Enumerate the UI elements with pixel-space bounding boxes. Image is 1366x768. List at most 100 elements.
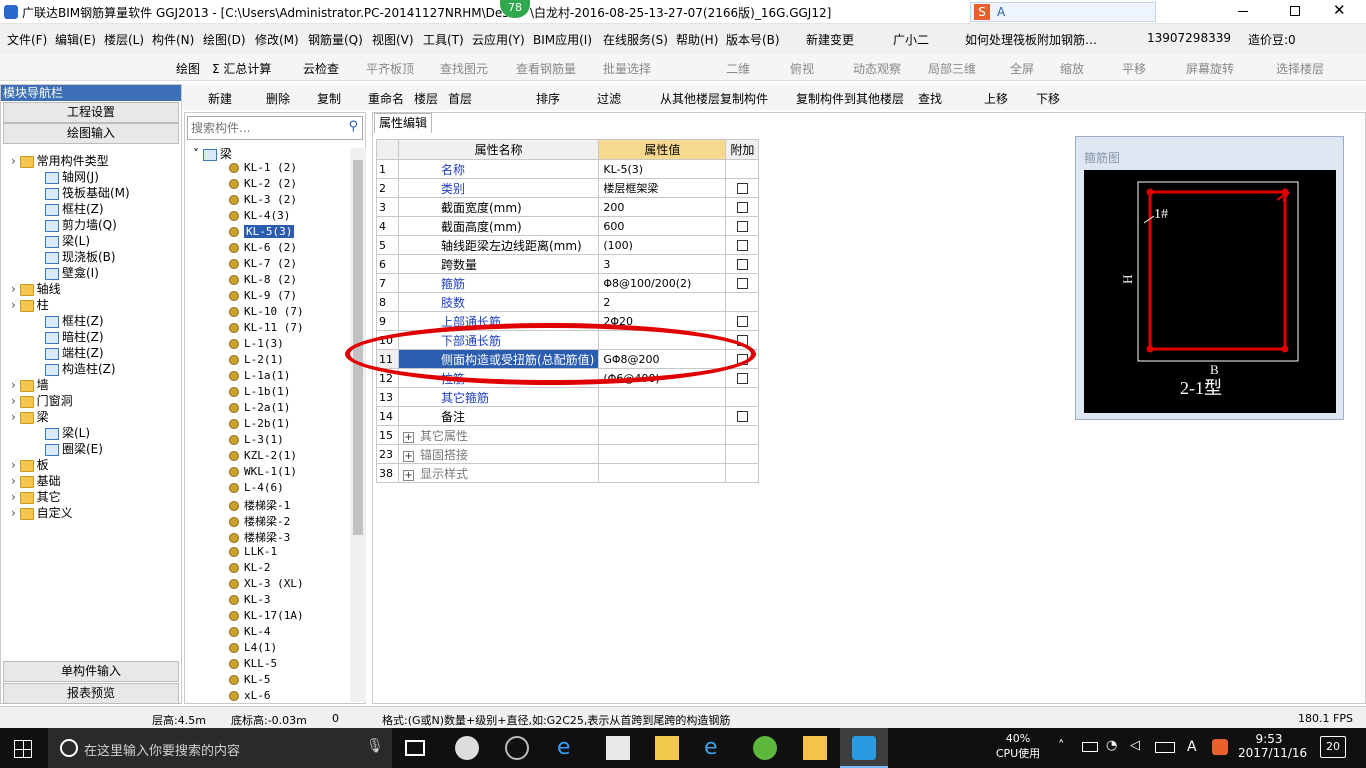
menu-tools[interactable]: 工具(T) bbox=[423, 31, 464, 48]
property-value-cell[interactable]: 600 bbox=[598, 216, 727, 236]
delete-button[interactable]: 删除 bbox=[266, 90, 290, 107]
component-list-item[interactable]: KL-4(3) bbox=[229, 209, 290, 222]
extra-checkbox[interactable] bbox=[736, 278, 748, 289]
menu-cloud[interactable]: 云应用(Y) bbox=[472, 31, 525, 48]
property-row[interactable]: 2 类别 楼层框架梁 bbox=[376, 178, 760, 198]
menu-draw[interactable]: 绘图(D) bbox=[203, 31, 246, 48]
rename-button[interactable]: 重命名 bbox=[368, 90, 404, 107]
volume-icon[interactable]: ◁ bbox=[1130, 738, 1140, 753]
component-list-item[interactable]: L4(1) bbox=[229, 641, 277, 654]
find-button[interactable]: 查找 bbox=[918, 90, 942, 107]
fullscreen-button[interactable]: 全屏 bbox=[1010, 60, 1034, 77]
extra-checkbox[interactable] bbox=[736, 183, 748, 194]
extra-checkbox[interactable] bbox=[736, 316, 748, 327]
find-element-button[interactable]: 查找图元 bbox=[440, 60, 488, 77]
component-list-item[interactable]: 楼梯梁-1 bbox=[229, 497, 290, 513]
notes-app-icon[interactable] bbox=[803, 736, 827, 760]
component-list-item[interactable]: KL-2 (2) bbox=[229, 177, 297, 190]
expand-arrow-icon[interactable]: › bbox=[11, 474, 20, 488]
expand-arrow-icon[interactable]: › bbox=[11, 458, 20, 472]
nav-tree-item[interactable]: 端柱(Z) bbox=[45, 344, 104, 361]
menu-new-change[interactable]: 新建变更 bbox=[806, 31, 854, 48]
new-button[interactable]: 新建 bbox=[208, 90, 232, 107]
component-list-item[interactable]: KL-6 (2) bbox=[229, 241, 297, 254]
ime-mode-indicator[interactable]: A bbox=[1187, 739, 1197, 755]
cpu-meter[interactable]: 40% CPU使用 bbox=[990, 732, 1046, 761]
component-search-input[interactable] bbox=[191, 118, 341, 138]
component-root[interactable]: ˅ 梁 bbox=[193, 145, 232, 162]
nav-tree-item[interactable]: › 其它 bbox=[11, 488, 61, 505]
component-list-item[interactable]: L-2a(1) bbox=[229, 401, 290, 414]
expand-arrow-icon[interactable]: › bbox=[11, 298, 20, 312]
edge-browser-icon[interactable]: e bbox=[557, 736, 581, 760]
keyboard-icon[interactable] bbox=[1155, 742, 1175, 753]
copy-to-floor-button[interactable]: 复制构件到其他楼层 bbox=[796, 90, 904, 107]
view-rebar-qty-button[interactable]: 查看钢筋量 bbox=[516, 60, 576, 77]
property-row[interactable]: 6 跨数量 3 bbox=[376, 254, 760, 274]
battery-icon[interactable] bbox=[1082, 742, 1098, 752]
taskbar-search-box[interactable]: 在这里输入你要搜索的内容 🎙 bbox=[48, 728, 392, 768]
menu-cost-beans[interactable]: 造价豆:0 bbox=[1248, 31, 1296, 48]
nav-tree-item[interactable]: 壁龛(I) bbox=[45, 264, 99, 281]
green-app-icon[interactable] bbox=[753, 736, 777, 760]
component-list-item[interactable]: KL-4 bbox=[229, 625, 271, 638]
component-list-item[interactable]: KL-8 (2) bbox=[229, 273, 297, 286]
menu-component[interactable]: 构件(N) bbox=[152, 31, 194, 48]
close-button[interactable]: ✕ bbox=[1333, 1, 1346, 19]
rotate-screen-button[interactable]: 屏幕旋转 bbox=[1186, 60, 1234, 77]
swirl-app-icon[interactable] bbox=[505, 736, 529, 760]
component-list-item[interactable]: WKL-1(1) bbox=[229, 465, 297, 478]
nav-tree-item[interactable]: 框柱(Z) bbox=[45, 200, 104, 217]
property-row[interactable]: 14 备注 bbox=[376, 406, 760, 426]
view-2d-select[interactable]: 二维 bbox=[726, 60, 750, 77]
component-list-item[interactable]: L-1(3) bbox=[229, 337, 284, 350]
extra-checkbox[interactable] bbox=[736, 202, 748, 213]
component-list-item[interactable]: KL-2 bbox=[229, 561, 271, 574]
menu-guangxiaoer[interactable]: 广小二 bbox=[893, 31, 929, 48]
expand-arrow-icon[interactable]: › bbox=[11, 490, 20, 504]
component-list-item[interactable]: KL-9 (7) bbox=[229, 289, 297, 302]
component-search-box[interactable]: ⚲ bbox=[187, 116, 363, 140]
nav-tree-item[interactable]: › 常用构件类型 bbox=[11, 152, 109, 169]
store-icon[interactable] bbox=[606, 736, 630, 760]
component-list-item[interactable]: L-1a(1) bbox=[229, 369, 290, 382]
component-list-item[interactable]: KL-10 (7) bbox=[229, 305, 304, 318]
property-row[interactable]: 8 肢数 2 bbox=[376, 292, 760, 312]
property-row[interactable]: 13 其它箍筋 bbox=[376, 387, 760, 407]
menu-view[interactable]: 视图(V) bbox=[372, 31, 414, 48]
ie-browser-icon[interactable]: e bbox=[704, 736, 728, 760]
nav-tree-item[interactable]: 暗柱(Z) bbox=[45, 328, 104, 345]
property-value-cell[interactable] bbox=[598, 387, 727, 407]
component-list-item[interactable]: L-1b(1) bbox=[229, 385, 290, 398]
nav-tree-item[interactable]: › 自定义 bbox=[11, 504, 73, 521]
nav-tree-item[interactable]: › 轴线 bbox=[11, 280, 61, 297]
component-list-item[interactable]: KLL-5 bbox=[229, 657, 277, 670]
batch-select-button[interactable]: 批量选择 bbox=[603, 60, 651, 77]
dynamic-view-button[interactable]: 动态观察 bbox=[853, 60, 901, 77]
extra-checkbox[interactable] bbox=[736, 259, 748, 270]
filter-button[interactable]: 过滤 bbox=[597, 90, 621, 107]
file-explorer-icon[interactable] bbox=[655, 736, 679, 760]
copy-button[interactable]: 复制 bbox=[317, 90, 341, 107]
nav-tree-item[interactable]: 构造柱(Z) bbox=[45, 360, 116, 377]
expand-plus-icon[interactable]: + bbox=[403, 450, 414, 462]
nav-tree-item[interactable]: 现浇板(B) bbox=[45, 248, 116, 265]
nav-tree-item[interactable]: 轴网(J) bbox=[45, 168, 99, 185]
menu-question-link[interactable]: 如何处理筏板附加钢筋… bbox=[965, 31, 1097, 48]
property-value-cell[interactable]: Φ8@100/200(2) bbox=[598, 273, 727, 293]
property-row[interactable]: 3 截面宽度(mm) 200 bbox=[376, 197, 760, 217]
component-list-item[interactable]: KL-5(3) bbox=[229, 225, 295, 238]
top-view-button[interactable]: 俯视 bbox=[790, 60, 814, 77]
component-list-item[interactable]: KZL-2(1) bbox=[229, 449, 297, 462]
minimize-button[interactable] bbox=[1238, 11, 1248, 12]
notification-center-button[interactable]: 20 bbox=[1320, 736, 1346, 758]
property-value-cell[interactable]: 2 bbox=[598, 292, 727, 312]
component-list-item[interactable]: L-2b(1) bbox=[229, 417, 290, 430]
extra-checkbox[interactable] bbox=[736, 373, 748, 384]
microphone-icon[interactable]: 🎙 bbox=[366, 738, 384, 754]
component-list-item[interactable]: KL-11 (7) bbox=[229, 321, 304, 334]
property-value-cell[interactable]: 200 bbox=[598, 197, 727, 217]
property-edit-tab[interactable]: 属性编辑 bbox=[374, 113, 432, 133]
property-value-cell[interactable]: (100) bbox=[598, 235, 727, 255]
task-view-icon[interactable] bbox=[405, 740, 425, 756]
